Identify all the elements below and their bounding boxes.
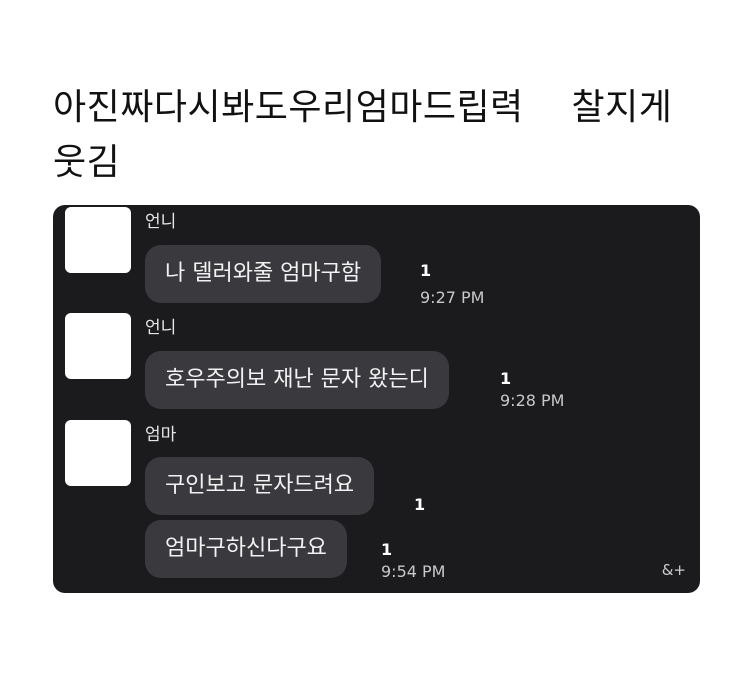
unread-count: 1 [381,540,393,559]
more-menu[interactable]: &+ [662,561,686,579]
message-bubble[interactable]: 호우주의보 재난 문자 왔는디 [145,351,449,409]
sender-name: 엄마 [145,425,177,445]
message-time: 9:54 PM [381,562,446,581]
message-bubble[interactable]: 엄마구하신다구요 [145,520,347,578]
avatar[interactable] [65,313,131,379]
sender-name: 언니 [145,212,177,232]
sender-name: 언니 [145,318,177,338]
message-bubble[interactable]: 나 델러와줄 엄마구함 [145,245,382,303]
message-time: 9:28 PM [500,391,565,410]
unread-count: 1 [414,495,426,514]
avatar[interactable] [65,420,131,486]
avatar[interactable] [65,207,131,273]
unread-count: 1 [500,369,512,388]
post-caption: 아진짜다시봐도우리엄마드립력 찰지게 웃김 [53,87,673,183]
unread-count: 1 [420,261,432,280]
chat-screenshot: 언니 나 델러와줄 엄마구함 1 9:27 PM 언니 호우주의보 재난 문자 … [53,205,700,593]
message-time: 9:27 PM [420,288,485,307]
message-bubble[interactable]: 구인보고 문자드려요 [145,457,375,515]
